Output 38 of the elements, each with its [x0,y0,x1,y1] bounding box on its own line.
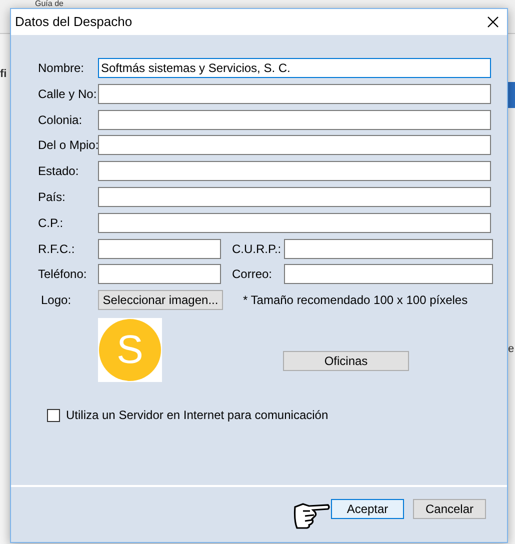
logo-image: S [98,318,162,382]
cancel-button[interactable]: Cancelar [413,499,486,519]
field-label: Teléfono: [38,266,88,284]
input-field[interactable] [284,264,493,284]
input-field[interactable]: Softmás sistemas y Servicios, S. C. [98,58,491,78]
field-label: País: [38,188,66,206]
field-label: Calle y No: [38,86,98,103]
field-label: Estado: [38,163,80,180]
close-icon[interactable] [487,16,499,28]
panel-label: fi [0,67,7,82]
input-field[interactable] [98,110,491,130]
checkbox[interactable] [47,408,60,422]
select-image-button[interactable]: Seleccionar imagen... [98,290,223,310]
input-field[interactable] [98,212,491,233]
hand-pointer-icon [293,501,331,529]
toolbar-label: Guía de [35,0,64,8]
note-text: * Tamaño recomendado 100 x 100 píxeles [243,292,468,310]
field-label: Nombre: [38,60,86,77]
panel-label: e [508,342,514,357]
input-field[interactable] [284,238,493,259]
field-label: Correo: [232,266,274,284]
input-field[interactable] [98,84,491,104]
input-field[interactable] [98,238,221,259]
input-field[interactable] [98,264,221,284]
field-label: Colonia: [38,112,84,129]
field-label: R.F.C.: [38,240,76,258]
accept-button[interactable]: Aceptar [331,499,404,519]
offices-button[interactable]: Oficinas [283,351,409,372]
checkbox-label: Utiliza un Servidor en Internet para comunicación [66,407,328,424]
input-field[interactable] [98,186,491,207]
field-label: Logo: [40,292,72,310]
input-field[interactable] [98,161,491,182]
field-label: C.U.R.P.: [232,240,282,258]
window-title: Datos del Despacho [15,13,132,32]
header-bar [508,82,515,108]
field-label: C.P.: [38,214,64,232]
input-field[interactable] [98,135,491,156]
field-label: Del o Mpio: [38,137,98,154]
